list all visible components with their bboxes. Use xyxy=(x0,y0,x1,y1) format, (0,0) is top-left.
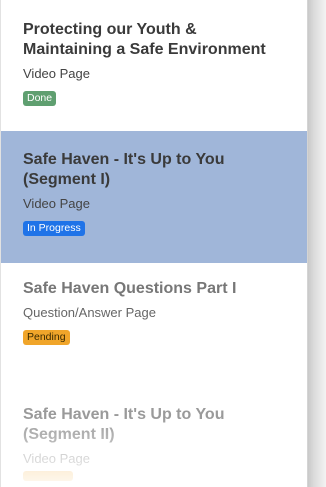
module-item-safe-haven-segment-1[interactable]: Safe Haven - It's Up to You (Segment I) … xyxy=(1,131,307,263)
status-badge-pending: Pending xyxy=(23,330,70,345)
status-badge-done: Done xyxy=(23,91,57,106)
module-title: Safe Haven - It's Up to You (Segment I) xyxy=(23,150,307,190)
panel-shadow xyxy=(308,0,326,487)
module-title-line: Safe Haven - It's Up to You xyxy=(23,406,225,423)
module-title-line: (Segment I) xyxy=(23,171,111,188)
status-badge-pending xyxy=(23,471,73,481)
module-title: Safe Haven - It's Up to You (Segment II) xyxy=(23,405,307,445)
module-title-line: Safe Haven Questions Part I xyxy=(23,280,237,297)
module-title-line: Protecting our Youth & xyxy=(23,21,197,38)
module-type: Video Page xyxy=(23,66,90,81)
module-type: Question/Answer Page xyxy=(23,305,156,320)
module-title-line: Safe Haven - It's Up to You xyxy=(23,151,225,168)
module-item-safe-haven-questions-1[interactable]: Safe Haven Questions Part I Question/Ans… xyxy=(1,263,307,393)
module-item-protecting-youth[interactable]: Protecting our Youth & Maintaining a Saf… xyxy=(1,0,307,131)
module-title-line: Maintaining a Safe Environment xyxy=(23,41,266,58)
module-title: Safe Haven Questions Part I xyxy=(23,279,307,299)
module-type: Video Page xyxy=(23,451,90,466)
module-list-frame: Protecting our Youth & Maintaining a Saf… xyxy=(0,0,326,487)
module-title: Protecting our Youth & Maintaining a Saf… xyxy=(23,20,307,60)
module-item-safe-haven-segment-2[interactable]: Safe Haven - It's Up to You (Segment II)… xyxy=(1,393,307,487)
module-title-line: (Segment II) xyxy=(23,426,115,443)
module-list-panel: Protecting our Youth & Maintaining a Saf… xyxy=(0,0,308,487)
module-type: Video Page xyxy=(23,196,90,211)
status-badge-in-progress: In Progress xyxy=(23,221,85,236)
